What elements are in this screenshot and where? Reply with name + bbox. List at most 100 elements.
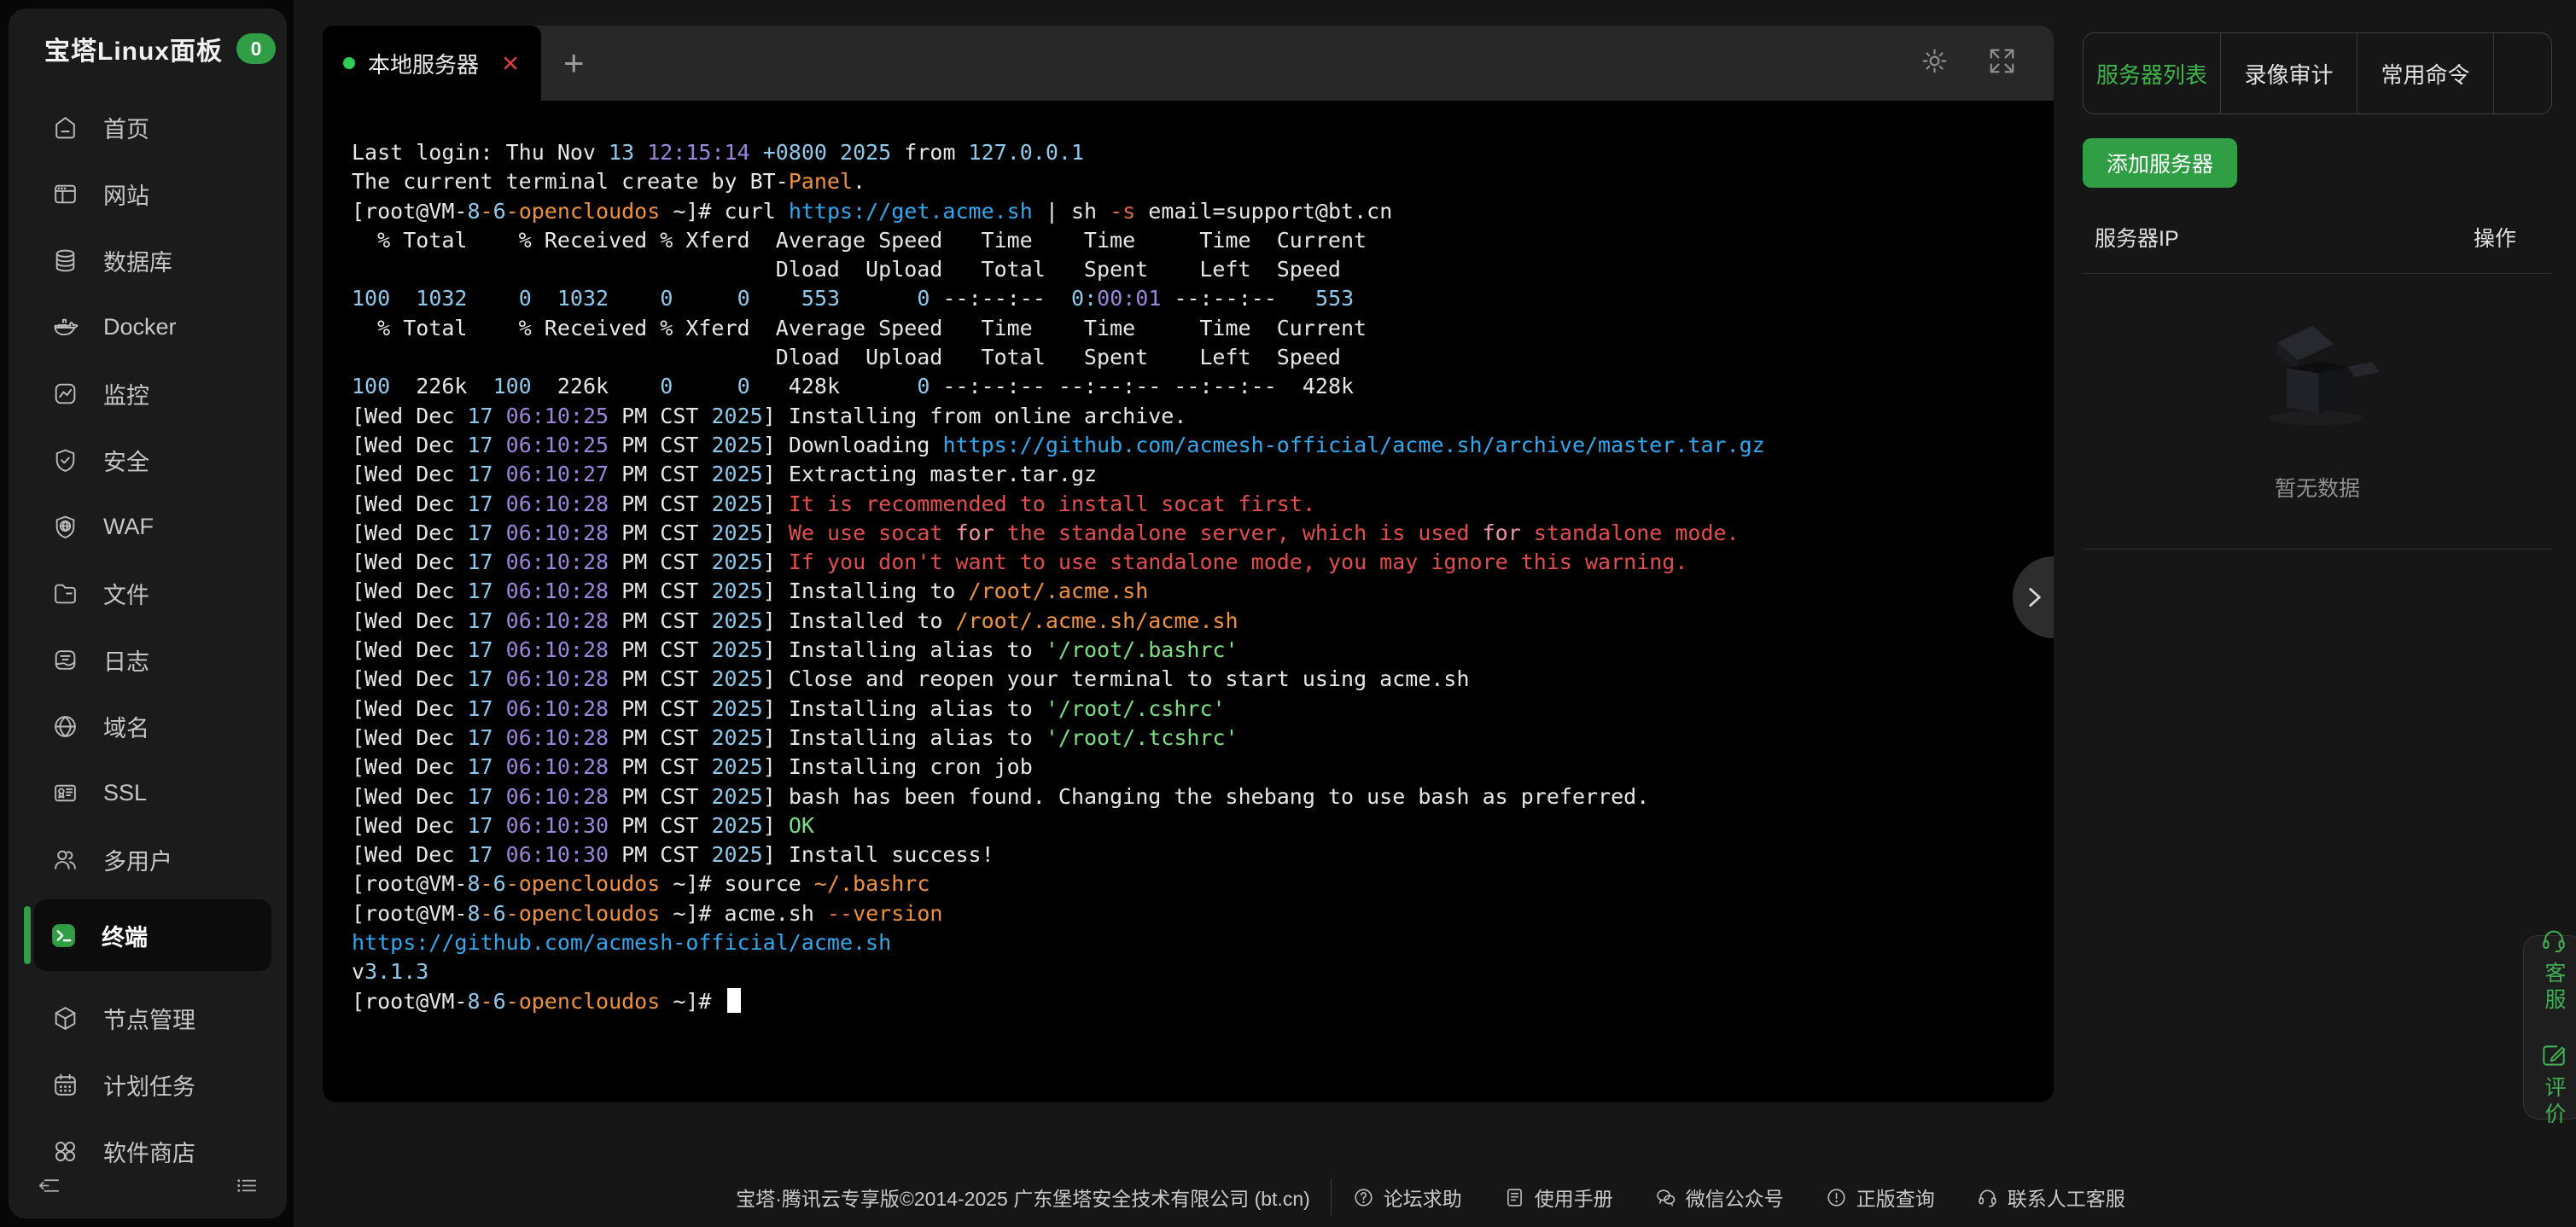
app-title: 宝塔Linux面板 [44, 30, 223, 67]
sidebar-item-label: 首页 [103, 111, 149, 144]
server-table-header: 服务器IP 操作 [2083, 222, 2552, 253]
panel-tab-3[interactable]: 常用命令 [2357, 33, 2493, 113]
sidebar-item-11[interactable]: SSL [9, 759, 287, 826]
sidebar-item-label: 文件 [103, 577, 149, 610]
terminal-tab-local-server[interactable]: 本地服务器 [323, 26, 541, 101]
footer-link-label: 使用手册 [1535, 1183, 1613, 1212]
sidebar-item-label: 监控 [103, 377, 149, 410]
float-action-label: 评价 [2538, 1076, 2569, 1129]
terminal-line: [Wed Dec 17 06:10:30 PM CST 2025] OK [352, 811, 2037, 840]
panel-tab-1[interactable]: 服务器列表 [2084, 33, 2220, 113]
terminal-line: [Wed Dec 17 06:10:28 PM CST 2025] Instal… [352, 607, 2037, 636]
sidebar-item-6[interactable]: 安全 [9, 427, 287, 493]
files-icon [51, 579, 79, 608]
terminal-line: [Wed Dec 17 06:10:28 PM CST 2025] Instal… [352, 577, 2037, 606]
sidebar-item-label: 计划任务 [103, 1068, 195, 1102]
copyright-text: 宝塔·腾讯云专享版©2014-2025 广东堡塔安全技术有限公司 (bt.cn) [715, 1179, 1331, 1215]
store-icon [51, 1137, 79, 1166]
collapse-sidebar-icon[interactable] [36, 1172, 62, 1203]
sidebar-item-9[interactable]: 日志 [9, 626, 287, 693]
footer-link-2[interactable]: 使用手册 [1483, 1179, 1634, 1215]
terminal-tabbar: 本地服务器 + [323, 26, 2054, 101]
panel-tabs: 服务器列表录像审计常用命令 [2083, 32, 2552, 114]
sidebar: 宝塔Linux面板 0 首页网站数据库 Docker 监控安全 WAF 文件日志域名SS… [9, 9, 287, 1218]
add-server-button[interactable]: 添加服务器 [2083, 138, 2237, 188]
server-panel: 服务器列表录像审计常用命令 添加服务器 服务器IP 操作 暂无数据 [2083, 0, 2552, 1227]
terminal-line: [Wed Dec 17 06:10:28 PM CST 2025] If you… [352, 548, 2037, 577]
fullscreen-icon[interactable] [1986, 45, 2018, 81]
waf-icon [51, 513, 79, 541]
sidebar-item-label: 日志 [103, 643, 149, 677]
menu-list-icon[interactable] [233, 1172, 259, 1203]
users-icon [51, 846, 79, 874]
sidebar-nav: 首页网站数据库 Docker 监控安全 WAF 文件日志域名SSL多用户终端节点管理计划… [9, 80, 287, 1184]
monitor-icon [51, 380, 79, 408]
terminal-line: 100 226k 100 226k 0 0 428k 0 --:--:-- --… [352, 372, 2037, 401]
terminal-line: [Wed Dec 17 06:10:25 PM CST 2025] Instal… [352, 402, 2037, 431]
terminal-line: [Wed Dec 17 06:10:28 PM CST 2025] Instal… [352, 636, 2037, 665]
sidebar-footer [36, 1172, 259, 1203]
close-tab-icon[interactable] [500, 52, 521, 74]
empty-state: 暂无数据 [2083, 322, 2552, 503]
terminal-line: [Wed Dec 17 06:10:28 PM CST 2025] We use… [352, 519, 2037, 548]
message-badge[interactable]: 0 [236, 33, 276, 64]
settings-gear-icon[interactable] [1919, 45, 1950, 81]
terminal-card: 本地服务器 + Last login: Thu Nov 13 12:15:14 … [323, 26, 2054, 1102]
terminal-cursor [727, 988, 741, 1013]
website-icon [51, 180, 79, 208]
sidebar-item-4[interactable]: Docker [9, 294, 287, 360]
footer-link-3[interactable]: 微信公众号 [1634, 1179, 1804, 1215]
terminal-line: Last login: Thu Nov 13 12:15:14 +0800 20… [352, 138, 2037, 167]
sidebar-item-8[interactable]: 文件 [9, 560, 287, 626]
fullscreen-icon [1986, 45, 2018, 77]
service-icon [1976, 1186, 1999, 1209]
terminal-line: [Wed Dec 17 06:10:28 PM CST 2025] Instal… [352, 724, 2037, 753]
terminal-line: [Wed Dec 17 06:10:25 PM CST 2025] Downlo… [352, 431, 2037, 460]
sidebar-item-15[interactable]: 计划任务 [9, 1051, 287, 1118]
float-action-1[interactable]: 客服 [2538, 926, 2569, 1015]
terminal-line: % Total % Received % Xferd Average Speed… [352, 226, 2037, 255]
home-icon [51, 113, 79, 142]
headset-icon [2539, 926, 2568, 955]
sidebar-item-3[interactable]: 数据库 [9, 227, 287, 294]
footer-link-5[interactable]: 联系人工客服 [1955, 1179, 2146, 1215]
logo-row: 宝塔Linux面板 0 [9, 9, 287, 80]
sidebar-item-label: 安全 [103, 444, 149, 477]
terminal-line: [root@VM-8-6-opencloudos ~]# source ~/.b… [352, 869, 2037, 898]
sidebar-item-7[interactable]: WAF [9, 493, 287, 560]
sidebar-item-label: 网站 [103, 177, 149, 211]
terminal-tab-label: 本地服务器 [368, 48, 479, 79]
sidebar-item-label: 终端 [102, 919, 148, 952]
sidebar-item-2[interactable]: 网站 [9, 160, 287, 227]
terminal-icon [50, 922, 78, 950]
sidebar-item-12[interactable]: 多用户 [9, 826, 287, 893]
sidebar-item-10[interactable]: 域名 [9, 693, 287, 759]
chevron-right-icon [2019, 583, 2049, 612]
empty-box-illustration [2241, 322, 2394, 434]
nodes-icon [51, 1004, 79, 1032]
footer-link-label: 论坛求助 [1384, 1183, 1462, 1212]
float-action-2[interactable]: 评价 [2538, 1040, 2569, 1129]
sidebar-item-13[interactable]: 终端 [34, 899, 271, 971]
footer-link-4[interactable]: 正版查询 [1804, 1179, 1955, 1215]
footer: 宝塔·腾讯云专享版©2014-2025 广东堡塔安全技术有限公司 (bt.cn)… [294, 1179, 2567, 1215]
sidebar-item-1[interactable]: 首页 [9, 94, 287, 160]
terminal-line: [root@VM-8-6-opencloudos ~]# curl https:… [352, 197, 2037, 226]
settings-gear-icon [1919, 45, 1950, 77]
sidebar-item-5[interactable]: 监控 [9, 360, 287, 427]
new-tab-button[interactable]: + [541, 26, 607, 101]
panel-tab-2[interactable]: 录像审计 [2220, 33, 2357, 113]
terminal-output[interactable]: Last login: Thu Nov 13 12:15:14 +0800 20… [323, 101, 2054, 1102]
sidebar-item-label: 数据库 [103, 244, 172, 277]
terminal-line: 100 1032 0 1032 0 0 553 0 --:--:-- 0:00:… [352, 284, 2037, 313]
terminal-line: [Wed Dec 17 06:10:27 PM CST 2025] Extrac… [352, 460, 2037, 489]
manual-icon [1503, 1186, 1526, 1209]
column-server-ip: 服务器IP [2095, 222, 2179, 253]
feedback-icon [2539, 1040, 2568, 1069]
sidebar-item-14[interactable]: 节点管理 [9, 985, 287, 1051]
terminal-line: [Wed Dec 17 06:10:28 PM CST 2025] bash h… [352, 782, 2037, 811]
database-icon [51, 247, 79, 275]
footer-link-1[interactable]: 论坛求助 [1332, 1179, 1483, 1215]
sidebar-item-label: Docker [103, 314, 177, 340]
footer-links: 论坛求助 使用手册微信公众号正版查询联系人工客服 [1331, 1179, 2146, 1215]
